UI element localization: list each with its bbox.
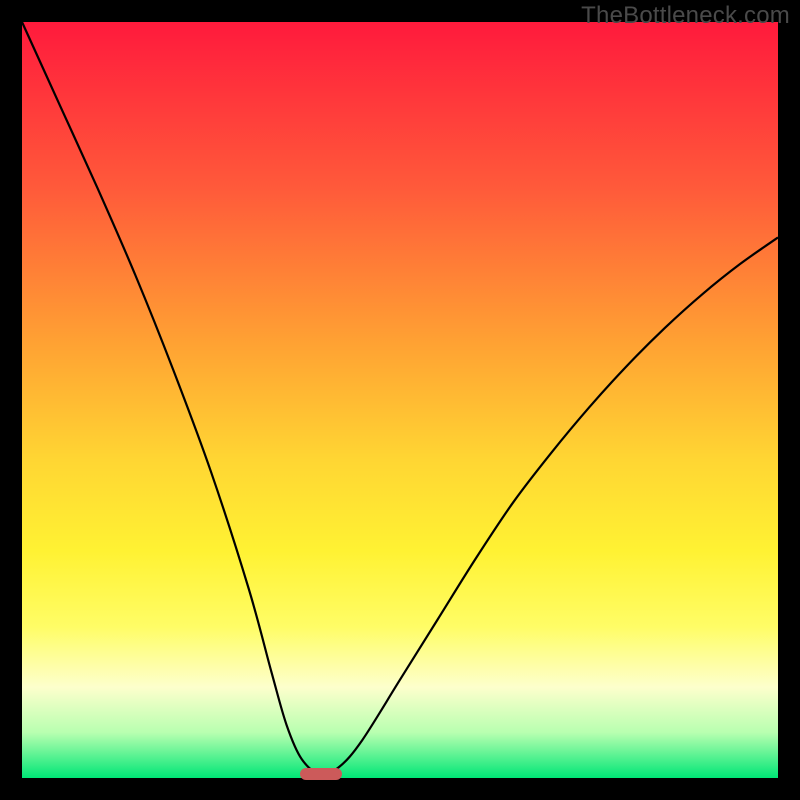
optimal-point-marker: [300, 768, 342, 780]
watermark-text: TheBottleneck.com: [581, 2, 790, 30]
bottleneck-curve: [22, 22, 778, 778]
